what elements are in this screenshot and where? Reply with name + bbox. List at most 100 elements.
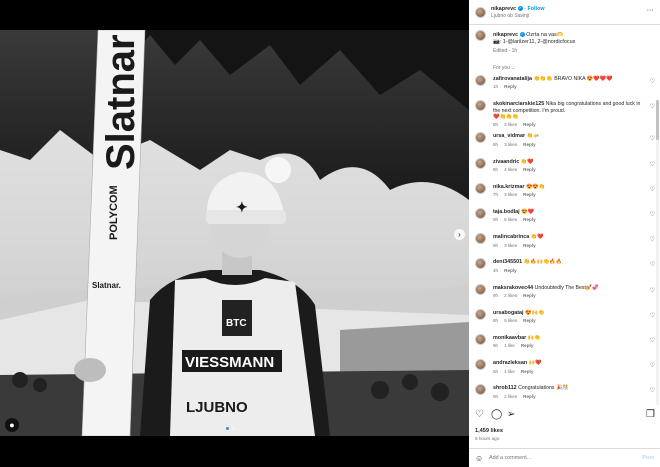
comment-likes[interactable]: 2 likes: [504, 394, 517, 399]
commenter-avatar[interactable]: [475, 132, 486, 144]
comment-likes[interactable]: 1 like: [504, 369, 515, 374]
commenter-username[interactable]: zafirovanatalija: [493, 76, 532, 82]
comment-like-icon[interactable]: ♡: [650, 337, 655, 344]
scrollbar-thumb[interactable]: [656, 100, 659, 140]
comment-text: 👏🍻: [526, 133, 540, 140]
reply-button[interactable]: Reply: [504, 84, 517, 89]
commenter-username[interactable]: shrob112: [493, 385, 517, 391]
comment-like-icon[interactable]: ♡: [650, 135, 655, 142]
commenter-username[interactable]: nika.krizmar: [493, 184, 524, 190]
author-avatar[interactable]: [475, 7, 486, 18]
reply-button[interactable]: Reply: [523, 243, 536, 248]
commenter-avatar[interactable]: [475, 384, 486, 396]
comment-text: 👏❤️: [530, 234, 544, 241]
commenter-username[interactable]: maksrakovec44: [493, 285, 533, 291]
comment-text: 👏🔥🙌👏🔥🔥: [523, 259, 563, 266]
commenter-username[interactable]: malincabrinca: [493, 234, 529, 240]
commenter-username[interactable]: monikaavbar: [493, 335, 526, 341]
reply-button[interactable]: Reply: [523, 122, 536, 127]
comment-likes[interactable]: 5 likes: [504, 217, 517, 222]
reply-button[interactable]: Reply: [521, 343, 534, 348]
post-photo: Slatnar POLYCOM Slatnar. BTC VIESSMANN L…: [0, 30, 469, 436]
comment-like-icon[interactable]: ♡: [650, 78, 655, 85]
commenter-avatar[interactable]: [475, 208, 486, 219]
comment-like-icon[interactable]: ♡: [650, 186, 655, 193]
commenter-avatar[interactable]: [475, 283, 486, 295]
comment-like-icon[interactable]: ♡: [650, 362, 655, 369]
comment-meta: 8h 3 likes Reply: [493, 122, 641, 128]
comment-likes[interactable]: 1 like: [504, 343, 515, 348]
share-icon[interactable]: ➢: [507, 410, 515, 420]
follow-button[interactable]: Follow: [527, 6, 544, 12]
comments-scroll[interactable]: nikaprevc ✓ Ozrta na vas🫶 📷: 1-@larilzer…: [469, 25, 660, 405]
comment-like-icon[interactable]: ♡: [650, 103, 655, 110]
caption-credits: 📷: 1-@larilzer11, 2-@nordicfocus: [493, 39, 576, 45]
comment-likes[interactable]: 3 likes: [504, 243, 517, 248]
user-tag-icon[interactable]: ●: [5, 418, 19, 432]
commenter-avatar[interactable]: [475, 182, 486, 194]
commenter-avatar[interactable]: [475, 308, 486, 320]
commenter-avatar[interactable]: [475, 258, 486, 270]
reply-button[interactable]: Reply: [523, 142, 536, 147]
comment-likes[interactable]: 3 likes: [504, 192, 517, 197]
reply-button[interactable]: Reply: [521, 369, 534, 374]
like-icon[interactable]: ♡: [475, 410, 484, 420]
comment-likes[interactable]: 3 likes: [504, 122, 517, 127]
reply-button[interactable]: Reply: [523, 217, 536, 222]
post-comment-button[interactable]: Post: [642, 455, 654, 461]
commenter-avatar[interactable]: [475, 233, 486, 245]
comment-like-icon[interactable]: ♡: [650, 387, 655, 394]
reply-button[interactable]: Reply: [523, 192, 536, 197]
commenter-username[interactable]: skokinarciarskie125: [493, 101, 544, 107]
comment-like-icon[interactable]: ♡: [650, 312, 655, 319]
reply-button[interactable]: Reply: [504, 268, 517, 273]
comment-likes[interactable]: 4 likes: [504, 167, 517, 172]
comment-meta: 4h Reply: [493, 268, 641, 274]
for-you-label[interactable]: For you ⌄: [493, 65, 516, 71]
caption-username[interactable]: nikaprevc: [493, 32, 518, 38]
comment-like-icon[interactable]: ♡: [650, 236, 655, 243]
emoji-icon[interactable]: ☺: [475, 454, 483, 463]
scrollbar[interactable]: [656, 100, 659, 405]
comment-time: 9h: [493, 242, 499, 248]
comment-likes[interactable]: 5 likes: [504, 318, 517, 323]
comment-likes[interactable]: 3 likes: [504, 142, 517, 147]
comment-meta: 9h 3 likes Reply: [493, 243, 641, 249]
save-icon[interactable]: ❒: [646, 410, 655, 420]
caption-text: Ozrta na vas🫶: [526, 32, 564, 38]
svg-text:POLYCOM: POLYCOM: [108, 185, 120, 240]
post-location[interactable]: Ljubno ob Savinji: [491, 13, 545, 20]
comment-time: 9h: [493, 393, 499, 399]
commenter-avatar[interactable]: [475, 100, 486, 112]
commenter-username[interactable]: zivaandric: [493, 159, 519, 165]
svg-text:LJUBNO: LJUBNO: [186, 399, 248, 416]
comment-like-icon[interactable]: ♡: [650, 161, 655, 168]
commenter-avatar[interactable]: [475, 359, 486, 371]
commenter-username[interactable]: andrazleksan: [493, 360, 527, 366]
comment-likes[interactable]: 2 likes: [504, 293, 517, 298]
commenter-username[interactable]: taja.bodlaj: [493, 209, 520, 215]
reply-button[interactable]: Reply: [523, 293, 536, 298]
comment-like-icon[interactable]: ♡: [650, 261, 655, 268]
comment-meta: 8h 5 likes Reply: [493, 318, 641, 324]
comment-like-icon[interactable]: ♡: [650, 211, 655, 218]
more-options-icon[interactable]: ···: [647, 8, 654, 14]
reply-button[interactable]: Reply: [523, 167, 536, 172]
caption-avatar[interactable]: [475, 30, 486, 41]
commenter-username[interactable]: deni345501: [493, 259, 522, 265]
commenter-avatar[interactable]: [475, 334, 486, 345]
reply-button[interactable]: Reply: [523, 394, 536, 399]
next-image-button[interactable]: ›: [454, 229, 465, 240]
like-count[interactable]: 1,459 likes: [475, 428, 503, 434]
comment-text: 👏👏👏 BRAVO NIKA 😍❤️❤️❤️: [533, 76, 613, 82]
reply-button[interactable]: Reply: [523, 318, 536, 323]
commenter-avatar[interactable]: [475, 75, 486, 86]
comment-like-icon[interactable]: ♡: [650, 287, 655, 294]
author-username[interactable]: nikaprevc: [491, 6, 516, 12]
post-actions: ♡ ◯ ➢ ❒: [475, 410, 655, 422]
commenter-avatar[interactable]: [475, 157, 486, 169]
comment-icon[interactable]: ◯: [491, 410, 502, 420]
commenter-username[interactable]: ursa_vidmar: [493, 133, 525, 139]
comment-input[interactable]: [489, 453, 629, 463]
commenter-username[interactable]: ursabogataj: [493, 310, 524, 316]
